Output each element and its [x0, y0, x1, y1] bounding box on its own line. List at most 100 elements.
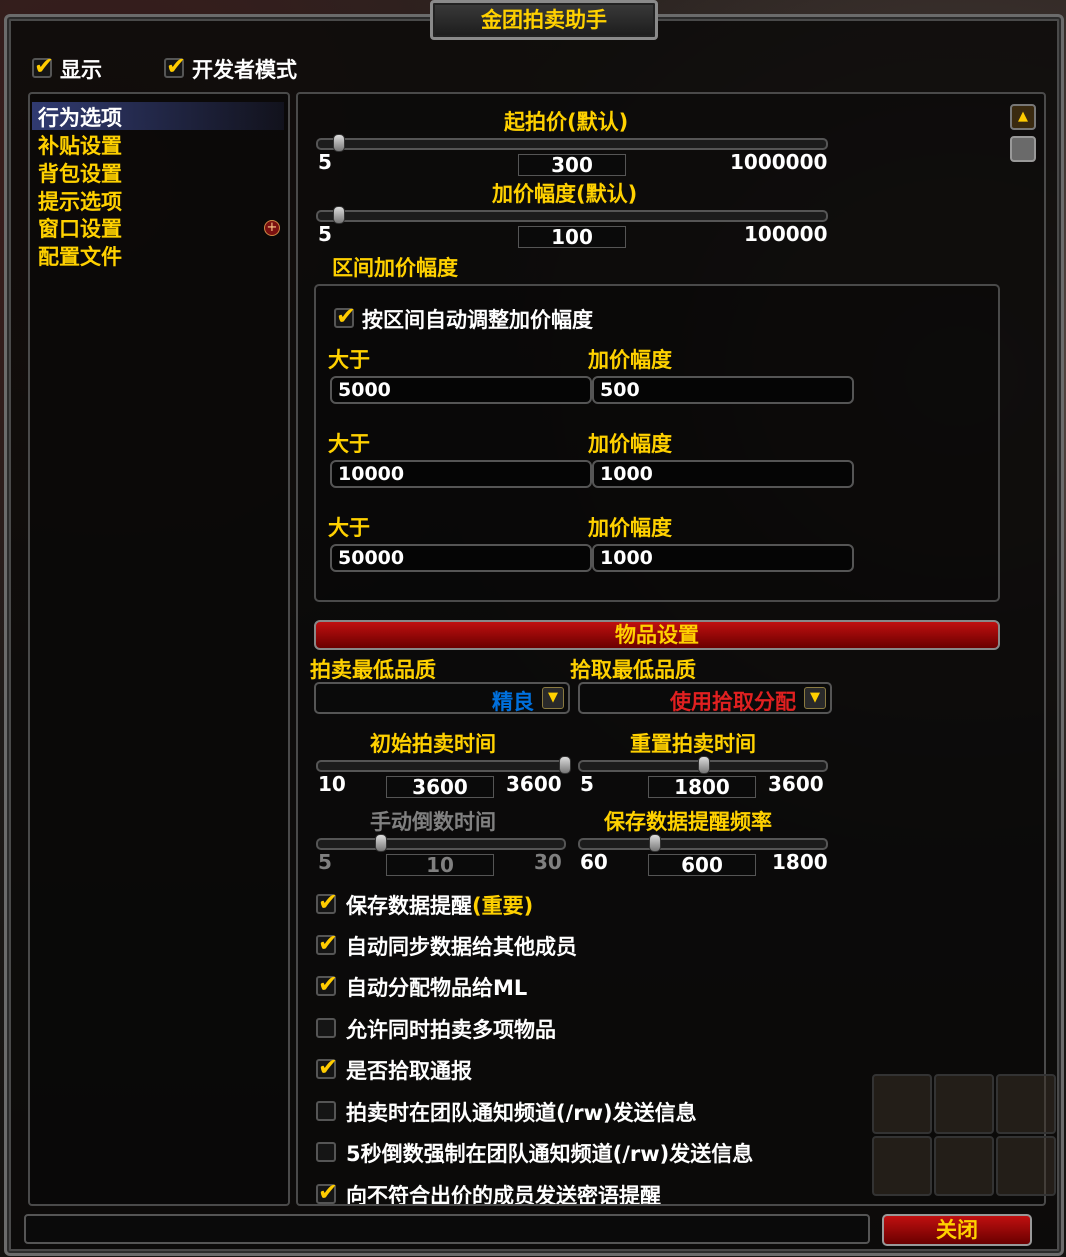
greater-than-input-2[interactable]: 10000 [330, 460, 592, 488]
option-checkbox[interactable] [316, 929, 338, 957]
start-price-value[interactable]: 300 [518, 154, 626, 176]
greater-than-label: 大于 [328, 348, 370, 372]
initial-time-slider[interactable] [316, 756, 571, 774]
increment-min: 5 [318, 222, 332, 246]
option-label: 自动同步数据给其他成员 [346, 935, 577, 959]
window-title[interactable]: 金团拍卖助手 [430, 0, 658, 40]
auto-adjust-label: 按区间自动调整加价幅度 [362, 308, 593, 332]
save-reminder-freq-value[interactable]: 600 [648, 854, 756, 876]
option-label: 允许同时拍卖多项物品 [346, 1018, 556, 1042]
increment-max: 100000 [744, 222, 828, 246]
initial-time-value[interactable]: 3600 [386, 776, 494, 798]
option-checkbox[interactable] [316, 1053, 338, 1081]
initial-time-max: 3600 [506, 772, 562, 796]
save-reminder-freq-title: 保存数据提醒频率 [604, 810, 772, 834]
option-checkbox[interactable] [316, 1101, 336, 1121]
greater-than-input-1[interactable]: 5000 [330, 376, 592, 404]
nav-item-bag[interactable]: 背包设置 [38, 158, 122, 188]
reset-time-value[interactable]: 1800 [648, 776, 756, 798]
option-checkbox[interactable] [316, 970, 338, 998]
increment-title: 加价幅度(默认) [492, 182, 638, 206]
nav-item-window[interactable]: 窗口设置 [38, 213, 122, 243]
option-checkbox[interactable] [316, 1018, 336, 1038]
loot-quality-label: 拾取最低品质 [570, 658, 696, 682]
close-button[interactable]: 关闭 [882, 1214, 1032, 1246]
option-label: 保存数据提醒(重要) [346, 890, 533, 920]
increment-slider[interactable] [316, 206, 828, 224]
manual-countdown-slider[interactable] [316, 834, 566, 852]
action-slot[interactable] [934, 1074, 994, 1134]
item-settings-header[interactable]: 物品设置 [314, 620, 1000, 650]
greater-than-label: 大于 [328, 432, 370, 456]
scrollbar-thumb[interactable] [1010, 136, 1036, 162]
manual-countdown-slider-thumb[interactable] [374, 834, 387, 852]
nav-item-tips[interactable]: 提示选项 [38, 186, 122, 216]
option-label: 自动分配物品给ML [346, 976, 528, 1000]
chevron-down-icon[interactable]: ▼ [542, 687, 564, 709]
initial-time-title: 初始拍卖时间 [370, 732, 496, 756]
option-label: 是否拾取通报 [346, 1059, 472, 1083]
min-quality-label: 拍卖最低品质 [310, 658, 436, 682]
increment-input-3[interactable]: 1000 [592, 544, 854, 572]
start-price-min: 5 [318, 150, 332, 174]
start-price-slider[interactable] [316, 134, 828, 152]
min-quality-value: 精良 [492, 690, 534, 714]
option-label: 5秒倒数强制在团队通知频道(/rw)发送信息 [346, 1142, 754, 1166]
option-checkbox[interactable] [316, 1178, 338, 1204]
action-slot[interactable] [996, 1136, 1056, 1196]
nav-item-subsidy[interactable]: 补贴设置 [38, 130, 122, 160]
chevron-down-icon[interactable]: ▼ [804, 687, 826, 709]
option-label-text: 保存数据提醒 [346, 894, 472, 918]
start-price-slider-thumb[interactable] [333, 134, 346, 152]
manual-countdown-title: 手动倒数时间 [370, 810, 496, 834]
action-slot[interactable] [872, 1074, 932, 1134]
options-panel: ▲ 起拍价(默认) 5 300 1000000 加价幅度(默认) 5 100 1… [296, 92, 1046, 1206]
loot-quality-dropdown[interactable]: 使用拾取分配 ▼ [578, 682, 832, 714]
show-checkbox[interactable] [32, 52, 54, 80]
category-list: 行为选项 补贴设置 背包设置 提示选项 窗口设置 配置文件 + [28, 92, 290, 1206]
initial-time-min: 10 [318, 772, 346, 796]
reset-time-slider-thumb[interactable] [698, 756, 710, 774]
increment-input-2[interactable]: 1000 [592, 460, 854, 488]
increment-label: 加价幅度 [588, 432, 672, 456]
reset-time-max: 3600 [768, 772, 824, 796]
increment-input-1[interactable]: 500 [592, 376, 854, 404]
start-price-title: 起拍价(默认) [504, 110, 629, 134]
option-label: 拍卖时在团队通知频道(/rw)发送信息 [346, 1101, 697, 1125]
greater-than-input-3[interactable]: 50000 [330, 544, 592, 572]
save-reminder-freq-slider[interactable] [578, 834, 828, 852]
dev-mode-checkbox[interactable] [164, 52, 186, 80]
reset-time-min: 5 [580, 772, 594, 796]
increment-value[interactable]: 100 [518, 226, 626, 248]
option-label: 向不符合出价的成员发送密语提醒 [346, 1184, 661, 1206]
plus-icon[interactable]: + [264, 220, 280, 236]
loot-quality-value: 使用拾取分配 [670, 690, 796, 714]
nav-item-profile[interactable]: 配置文件 [38, 241, 122, 271]
status-edit-box[interactable] [24, 1214, 870, 1244]
option-checkbox[interactable] [316, 888, 338, 916]
save-reminder-freq-slider-thumb[interactable] [648, 834, 661, 852]
scroll-up-icon[interactable]: ▲ [1010, 104, 1036, 130]
range-group: 按区间自动调整加价幅度 大于 加价幅度 5000 500 大于 加价幅度 100… [314, 284, 1000, 602]
reset-time-slider[interactable] [578, 756, 828, 774]
nav-item-behavior[interactable]: 行为选项 [38, 102, 122, 132]
action-slot[interactable] [934, 1136, 994, 1196]
increment-label: 加价幅度 [588, 348, 672, 372]
range-section-title: 区间加价幅度 [332, 256, 458, 280]
action-slot[interactable] [996, 1074, 1056, 1134]
save-reminder-freq-min: 60 [580, 850, 608, 874]
min-quality-dropdown[interactable]: 精良 ▼ [314, 682, 570, 714]
option-checkbox[interactable] [316, 1142, 336, 1162]
manual-countdown-value[interactable]: 10 [386, 854, 494, 876]
manual-countdown-min: 5 [318, 850, 332, 874]
increment-slider-thumb[interactable] [333, 206, 346, 224]
dev-mode-label: 开发者模式 [192, 58, 297, 82]
increment-label: 加价幅度 [588, 516, 672, 540]
show-label: 显示 [60, 58, 102, 82]
reset-time-title: 重置拍卖时间 [630, 732, 756, 756]
start-price-max: 1000000 [730, 150, 828, 174]
auto-adjust-checkbox[interactable] [334, 302, 356, 330]
save-reminder-freq-max: 1800 [772, 850, 828, 874]
manual-countdown-max: 30 [534, 850, 562, 874]
action-slot[interactable] [872, 1136, 932, 1196]
